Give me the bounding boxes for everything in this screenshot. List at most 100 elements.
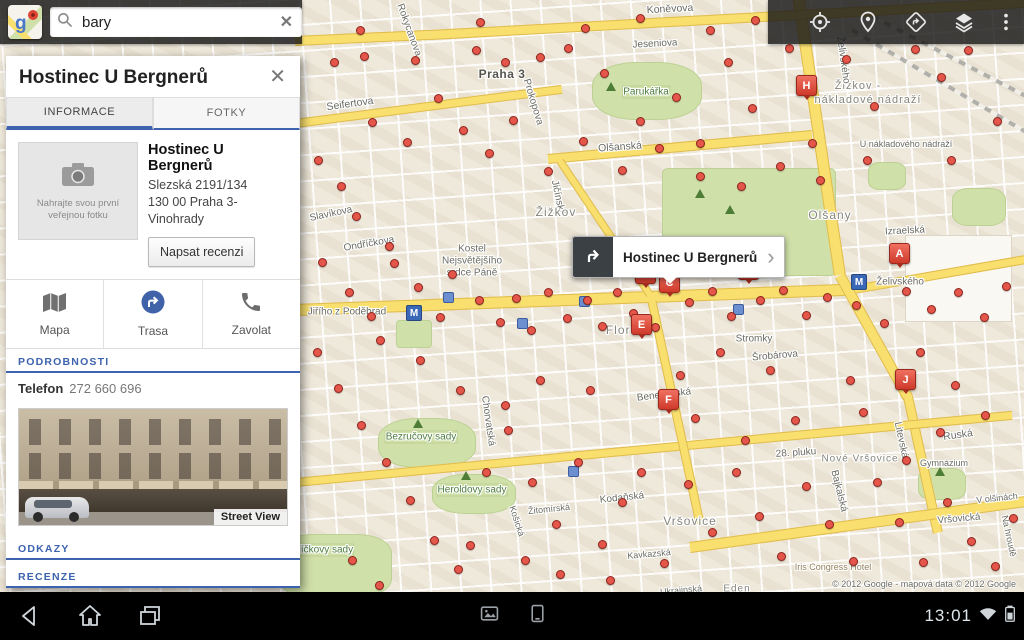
search-result-dot[interactable] (496, 318, 505, 327)
search-result-dot[interactable] (348, 556, 357, 565)
search-result-dot[interactable] (544, 288, 553, 297)
search-result-dot[interactable] (766, 366, 775, 375)
search-result-dot[interactable] (564, 44, 573, 53)
search-result-dot[interactable] (708, 287, 717, 296)
search-result-dot[interactable] (902, 456, 911, 465)
search-result-dot[interactable] (724, 58, 733, 67)
search-result-dot[interactable] (345, 288, 354, 297)
layers-button[interactable] (940, 0, 988, 44)
recent-apps-button[interactable] (120, 592, 180, 640)
search-result-dot[interactable] (414, 283, 423, 292)
search-result-dot[interactable] (472, 46, 481, 55)
search-result-dot[interactable] (501, 401, 510, 410)
action-map[interactable]: Mapa (6, 280, 103, 348)
search-result-dot[interactable] (637, 468, 646, 477)
search-result-dot[interactable] (434, 94, 443, 103)
search-result-dot[interactable] (660, 559, 669, 568)
tab-informace[interactable]: INFORMACE (6, 97, 153, 130)
marker-f[interactable]: F (658, 389, 679, 414)
search-result-dot[interactable] (716, 348, 725, 357)
my-location-button[interactable] (796, 0, 844, 44)
transit-stop-icon[interactable] (443, 292, 454, 303)
search-result-dot[interactable] (651, 323, 660, 332)
search-result-dot[interactable] (696, 172, 705, 181)
search-result-dot[interactable] (902, 287, 911, 296)
search-result-dot[interactable] (509, 116, 518, 125)
search-result-dot[interactable] (527, 326, 536, 335)
tab-fotky[interactable]: FOTKY (153, 97, 300, 130)
search-input[interactable] (80, 12, 271, 32)
search-result-dot[interactable] (385, 242, 394, 251)
search-result-dot[interactable] (852, 301, 861, 310)
search-result-dot[interactable] (563, 314, 572, 323)
transit-stop-icon[interactable] (517, 318, 528, 329)
search-result-dot[interactable] (375, 581, 384, 590)
search-result-dot[interactable] (556, 570, 565, 579)
search-result-dot[interactable] (368, 118, 377, 127)
search-result-dot[interactable] (318, 258, 327, 267)
google-maps-logo[interactable]: g (8, 5, 42, 39)
search-result-dot[interactable] (376, 336, 385, 345)
search-result-dot[interactable] (574, 458, 583, 467)
places-button[interactable] (844, 0, 892, 44)
marker-e[interactable]: E (631, 314, 652, 339)
search-result-dot[interactable] (943, 498, 952, 507)
search-result-dot[interactable] (802, 482, 811, 491)
search-result-dot[interactable] (981, 411, 990, 420)
search-result-dot[interactable] (706, 26, 715, 35)
metro-station-icon[interactable]: M (851, 274, 867, 290)
search-result-dot[interactable] (727, 312, 736, 321)
search-result-dot[interactable] (313, 348, 322, 357)
search-result-dot[interactable] (708, 528, 717, 537)
search-result-dot[interactable] (390, 259, 399, 268)
search-result-dot[interactable] (581, 24, 590, 33)
search-result-dot[interactable] (528, 478, 537, 487)
search-result-dot[interactable] (536, 53, 545, 62)
search-result-dot[interactable] (870, 102, 879, 111)
search-result-dot[interactable] (337, 182, 346, 191)
search-result-dot[interactable] (873, 478, 882, 487)
marker-a[interactable]: A (889, 243, 910, 268)
search-result-dot[interactable] (751, 16, 760, 25)
place-callout[interactable]: Hostinec U Bergnerů › (572, 236, 785, 284)
marker-j[interactable]: J (895, 369, 916, 394)
search-result-dot[interactable] (776, 162, 785, 171)
search-result-dot[interactable] (684, 480, 693, 489)
search-result-dot[interactable] (406, 496, 415, 505)
search-result-dot[interactable] (802, 311, 811, 320)
search-result-dot[interactable] (842, 55, 851, 64)
transit-stop-icon[interactable] (568, 466, 579, 477)
screenshot-notification-icon[interactable] (480, 604, 499, 628)
search-result-dot[interactable] (448, 270, 457, 279)
search-result-dot[interactable] (911, 45, 920, 54)
search-result-dot[interactable] (916, 348, 925, 357)
chevron-right-icon[interactable]: › (767, 246, 783, 268)
directions-button[interactable] (892, 0, 940, 44)
search-result-dot[interactable] (967, 537, 976, 546)
search-result-dot[interactable] (823, 293, 832, 302)
search-result-dot[interactable] (756, 296, 765, 305)
search-result-dot[interactable] (367, 312, 376, 321)
search-result-dot[interactable] (512, 294, 521, 303)
search-result-dot[interactable] (586, 386, 595, 395)
search-result-dot[interactable] (459, 126, 468, 135)
search-result-dot[interactable] (521, 556, 530, 565)
search-result-dot[interactable] (741, 436, 750, 445)
search-result-dot[interactable] (927, 305, 936, 314)
search-result-dot[interactable] (456, 386, 465, 395)
search-result-dot[interactable] (485, 149, 494, 158)
search-result-dot[interactable] (808, 139, 817, 148)
clear-search-icon[interactable]: ✕ (277, 12, 296, 32)
upload-photo-button[interactable]: Nahrajte svou první veřejnou fotku (18, 142, 138, 240)
search-result-dot[interactable] (357, 421, 366, 430)
search-result-dot[interactable] (880, 319, 889, 328)
search-result-dot[interactable] (411, 56, 420, 65)
search-result-dot[interactable] (748, 104, 757, 113)
search-result-dot[interactable] (676, 371, 685, 380)
search-result-dot[interactable] (755, 512, 764, 521)
search-result-dot[interactable] (436, 313, 445, 322)
search-result-dot[interactable] (636, 117, 645, 126)
action-call[interactable]: Zavolat (201, 279, 300, 348)
search-box[interactable]: ✕ (50, 7, 302, 37)
search-result-dot[interactable] (454, 565, 463, 574)
